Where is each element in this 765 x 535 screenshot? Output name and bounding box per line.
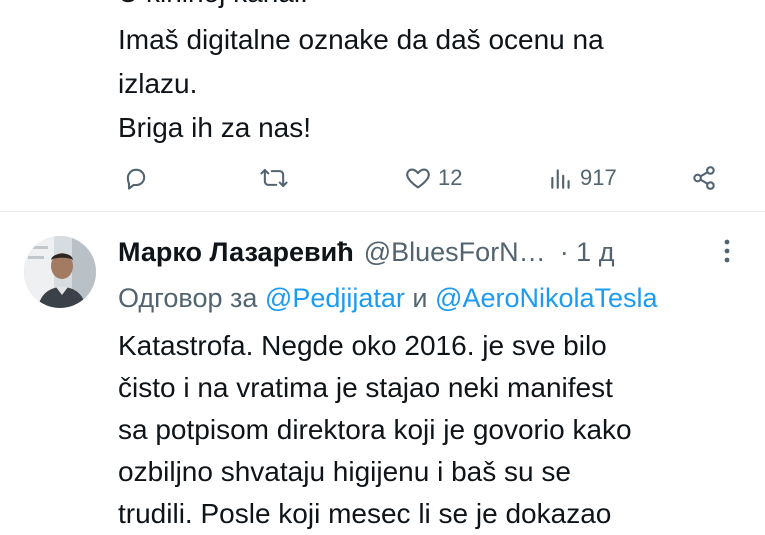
repost-button[interactable] bbox=[258, 158, 290, 198]
view-count: 917 bbox=[580, 165, 617, 190]
more-icon bbox=[724, 239, 730, 263]
replying-to-conjunction: и bbox=[412, 283, 428, 313]
tweet-text: Imaš digitalne oznake da daš ocenu na iz… bbox=[118, 18, 604, 150]
tweet-timestamp[interactable]: · 1 д bbox=[560, 237, 615, 268]
tweet-text-cut-line: U kininoj kanal. bbox=[118, 0, 308, 8]
repost-icon bbox=[260, 168, 288, 188]
author-name[interactable]: Марко Лазаревић bbox=[118, 237, 354, 268]
views-icon bbox=[551, 169, 570, 189]
tweet-divider bbox=[0, 211, 765, 212]
reply-icon bbox=[126, 168, 146, 190]
avatar[interactable] bbox=[24, 236, 96, 308]
replying-to-label: Одговор за bbox=[118, 283, 258, 313]
like-count: 12 bbox=[438, 165, 463, 190]
tweet-text-line: Katastrofa. Negde oko 2016. je sve bilo bbox=[118, 330, 607, 361]
reply-button[interactable] bbox=[122, 158, 150, 198]
tweet-text-line: ozbiljno shvataju higijenu i baš su se bbox=[118, 456, 571, 487]
tweet-text-line: čisto i na vratima je stajao neki manife… bbox=[118, 372, 613, 403]
author-handle[interactable]: @BluesForN… bbox=[364, 237, 546, 268]
views-button[interactable]: 917 bbox=[548, 158, 617, 198]
share-button[interactable] bbox=[690, 158, 718, 198]
tweet-text-line: izlazu. bbox=[118, 68, 198, 99]
tweet-text-line: sa potpisom direktora koji je govorio ka… bbox=[118, 414, 632, 445]
mention-link[interactable]: @Pedjijatar bbox=[265, 283, 405, 313]
tweet-text: Katastrofa. Negde oko 2016. je sve bilo … bbox=[118, 325, 632, 535]
tweet-action-bar: 12 917 bbox=[0, 158, 765, 198]
tweet-text-line: trudili. Posle koji mesec li se je dokaz… bbox=[118, 498, 612, 529]
heart-icon bbox=[406, 168, 430, 189]
avatar-image bbox=[24, 236, 96, 308]
like-button[interactable]: 12 bbox=[404, 158, 462, 198]
share-icon bbox=[693, 166, 715, 190]
replying-to: Одговор за @Pedjijatar и @AeroNikolaTesl… bbox=[118, 280, 658, 316]
tweet-text-line: Imaš digitalne oznake da daš ocenu na bbox=[118, 24, 604, 55]
mention-link[interactable]: @AeroNikolaTesla bbox=[435, 283, 658, 313]
more-options-button[interactable] bbox=[712, 236, 742, 266]
tweet-text-line: Briga ih za nas! bbox=[118, 112, 311, 143]
tweet-header: Марко Лазаревић @BluesForN… · 1 д bbox=[118, 234, 614, 270]
